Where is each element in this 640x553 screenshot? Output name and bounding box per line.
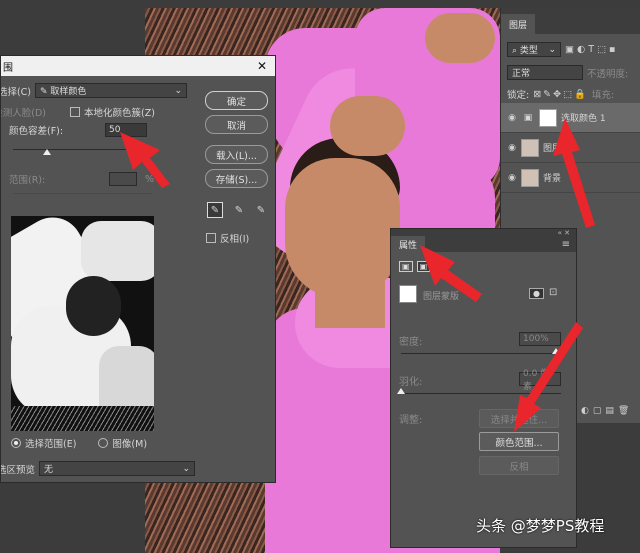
chevron-down-icon: ⌄ — [174, 85, 182, 96]
invert-label: 反相(I) — [220, 234, 250, 245]
detect-faces-label: 检测人脸(D) — [1, 108, 46, 119]
radio-selection[interactable] — [11, 438, 21, 448]
mask-thumbnail — [399, 285, 417, 303]
adjust-label: 调整: — [399, 415, 423, 426]
lock-icons[interactable]: ⊠✎✥⬚🔒 — [533, 89, 588, 100]
layer-filter-placeholder: 类型 — [519, 46, 538, 56]
tab-properties[interactable]: 属性 — [391, 236, 426, 252]
preview-label: 选区预览: — [1, 464, 35, 476]
cancel-button[interactable]: 取消 — [205, 115, 268, 134]
blend-mode-value: 正常 — [512, 69, 531, 79]
pixel-mask-icon[interactable]: ▣ — [399, 261, 413, 272]
density-label: 密度: — [399, 337, 423, 348]
layer-name: 图层 — [543, 144, 562, 154]
density-slider-track[interactable] — [401, 353, 561, 354]
color-range-dialog: 围 ✕ 选择(C): ✎ 取样颜色 ⌄ 检测人脸(D) 本地化颜色簇(Z) 颜色… — [0, 55, 276, 483]
fuzziness-slider-track[interactable] — [13, 149, 153, 150]
opacity-label: 不透明度: — [587, 68, 629, 80]
feather-label: 羽化: — [399, 377, 423, 388]
layer-thumbnail — [521, 138, 539, 157]
fuzziness-input[interactable]: 50 — [105, 123, 147, 137]
layer-name: 选取颜色 1 — [561, 114, 606, 124]
filter-icons[interactable]: ▣◐T⬚▪ — [565, 44, 618, 55]
select-label: 选择(C): — [1, 86, 31, 98]
ok-button[interactable]: 确定 — [205, 91, 268, 110]
density-input[interactable]: 100% — [519, 332, 561, 346]
fill-label: 填充: — [591, 90, 615, 101]
properties-panel: « ✕ 属性 ≡ ▣ ▣ 图层蒙版 ● ⊡ 密度: 100% 羽化: 0.0 像素… — [390, 228, 577, 548]
range-slider-track[interactable] — [13, 193, 153, 194]
eyedropper-plus-icon[interactable]: ✎ — [231, 202, 247, 218]
preview-dropdown[interactable]: 无 ⌄ — [39, 461, 195, 476]
watermark: 头条 @梦梦PS教程 — [476, 517, 605, 535]
chevron-down-icon: ⌄ — [548, 44, 556, 55]
feather-slider-track[interactable] — [401, 393, 561, 394]
lock-label: 锁定: — [507, 90, 530, 101]
save-button[interactable]: 存储(S)... — [205, 169, 268, 188]
layer-filter-dropdown[interactable]: ⌕ 类型 ⌄ — [507, 42, 561, 57]
chevron-down-icon: ⌄ — [182, 463, 190, 474]
selection-preview — [11, 216, 154, 431]
mask-label: 图层蒙版 — [423, 292, 460, 302]
layer-mask-thumbnail[interactable] — [539, 108, 557, 127]
dialog-title: 围 — [3, 62, 13, 74]
fuzziness-slider-thumb[interactable] — [43, 149, 51, 155]
adjustment-icon: ▣ — [523, 112, 533, 123]
menu-icon[interactable]: ≡ — [556, 239, 576, 252]
collapse-icon[interactable]: « ✕ — [558, 229, 570, 237]
radio-image[interactable] — [98, 438, 109, 448]
visibility-icon[interactable]: ◉ — [507, 143, 517, 153]
feather-input[interactable]: 0.0 像素 — [519, 369, 561, 392]
load-button[interactable]: 载入(L)... — [205, 145, 268, 164]
layer-row[interactable]: ◉ ▣ 选取颜色 1 — [501, 103, 640, 133]
disable-mask-icon[interactable]: ⊡ — [549, 287, 557, 298]
invert-button[interactable]: 反相 — [479, 456, 559, 475]
radio-selection-label: 选择范围(E) — [25, 439, 77, 450]
localized-label: 本地化颜色簇(Z) — [84, 108, 155, 119]
radio-image-label: 图像(M) — [112, 439, 148, 450]
select-and-mask-button[interactable]: 选择并遮住... — [479, 409, 559, 428]
apply-mask-icon[interactable]: ● — [529, 288, 544, 299]
select-value: 取样颜色 — [50, 87, 87, 97]
localized-checkbox[interactable] — [70, 107, 80, 117]
layer-row[interactable]: ◉ 图层 — [501, 133, 640, 163]
eyedropper-minus-icon[interactable]: ✎ — [253, 202, 269, 218]
search-icon: ⌕ — [512, 46, 518, 56]
blend-mode-dropdown[interactable]: 正常 — [507, 65, 583, 80]
dialog-titlebar[interactable]: 围 ✕ — [1, 56, 275, 76]
layer-thumbnail — [521, 168, 539, 187]
visibility-icon[interactable]: ◉ — [507, 113, 517, 123]
layer-name: 背景 — [543, 174, 562, 184]
fuzziness-label: 颜色容差(F): — [9, 126, 64, 137]
eyedropper-icon: ✎ — [40, 87, 48, 97]
eyedropper-icon[interactable]: ✎ — [207, 202, 223, 218]
layer-row[interactable]: ◉ 背景 — [501, 163, 640, 193]
invert-checkbox[interactable] — [206, 233, 216, 243]
close-icon[interactable]: ✕ — [257, 59, 267, 73]
layers-bottom-icons[interactable]: ◐▢▤🗑 — [581, 406, 633, 416]
vector-mask-icon[interactable]: ▣ — [416, 261, 431, 272]
range-unit: % — [145, 173, 155, 185]
hand-top — [330, 96, 405, 156]
density-slider-thumb[interactable] — [552, 348, 560, 354]
hand-right — [425, 13, 495, 63]
preview-value: 无 — [44, 465, 54, 475]
neck — [315, 278, 385, 328]
tab-layers[interactable]: 图层 — [501, 14, 536, 34]
face — [285, 158, 400, 298]
select-dropdown[interactable]: ✎ 取样颜色 ⌄ — [35, 83, 187, 98]
range-input[interactable] — [109, 172, 137, 186]
feather-slider-thumb[interactable] — [397, 388, 405, 394]
range-label: 范围(R): — [9, 175, 46, 186]
visibility-icon[interactable]: ◉ — [507, 173, 517, 183]
color-range-button[interactable]: 颜色范围... — [479, 432, 559, 451]
